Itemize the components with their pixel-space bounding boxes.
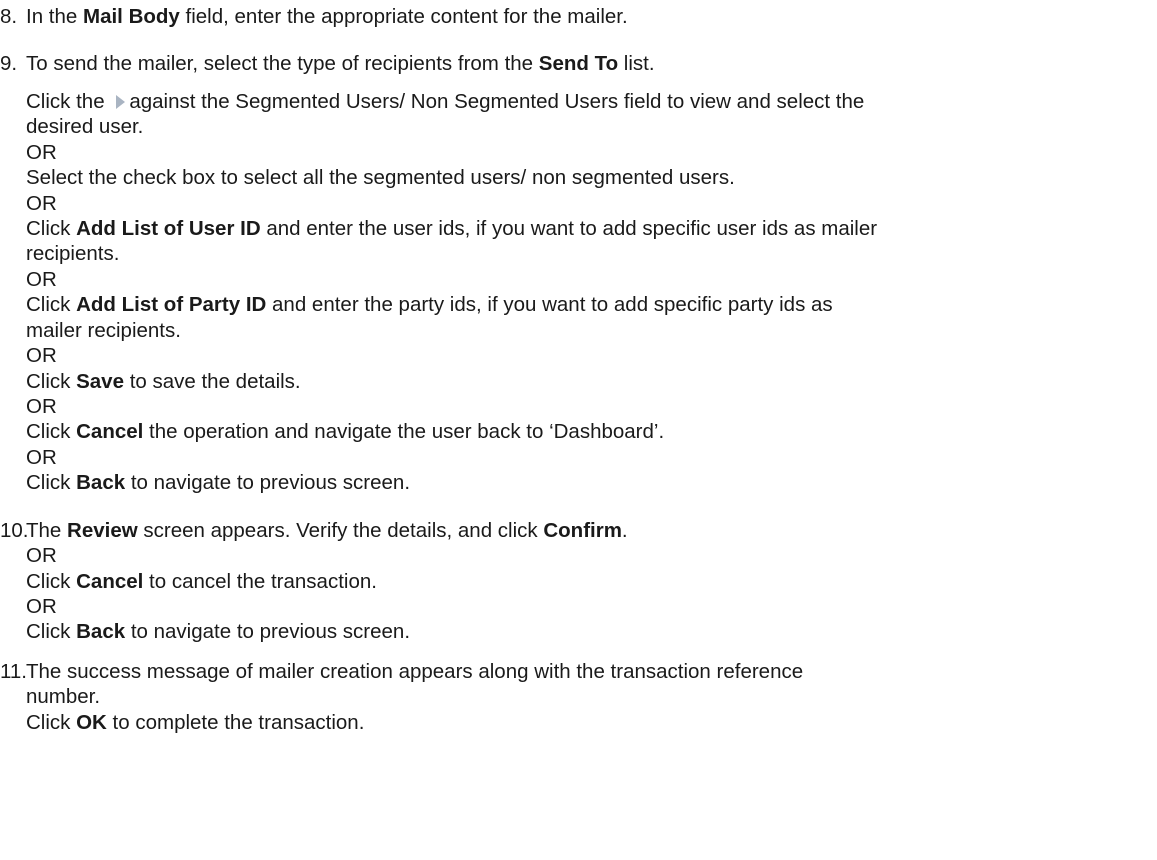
step-number: 10. [0, 519, 29, 542]
step-line: Click Cancel to cancel the transaction. [26, 570, 377, 593]
step-line: Select the check box to select all the s… [26, 166, 735, 189]
expand-arrow-icon [116, 95, 126, 109]
step-line: Click Cancel the operation and navigate … [26, 420, 665, 443]
step-line: Click Back to navigate to previous scree… [26, 620, 411, 643]
step-line: To send the mailer, select the type of r… [26, 52, 655, 75]
step-line: The success message of mailer creation a… [26, 660, 804, 683]
step-line: In the Mail Body field, enter the approp… [26, 5, 628, 28]
step-number: 8. [0, 5, 18, 28]
step-line: Click Back to navigate to previous scree… [26, 471, 411, 494]
step-line: The Review screen appears. Verify the de… [26, 519, 628, 542]
step-line: Click Save to save the details. [26, 370, 301, 393]
step-number: 11. [0, 660, 27, 683]
step-number: 9. [0, 52, 18, 75]
step-line: Click Add List of User ID and enter the … [26, 217, 878, 240]
step-line: Click OK to complete the transaction. [26, 711, 365, 734]
step-line: Click the against the Segmented Users/ N… [26, 90, 865, 113]
